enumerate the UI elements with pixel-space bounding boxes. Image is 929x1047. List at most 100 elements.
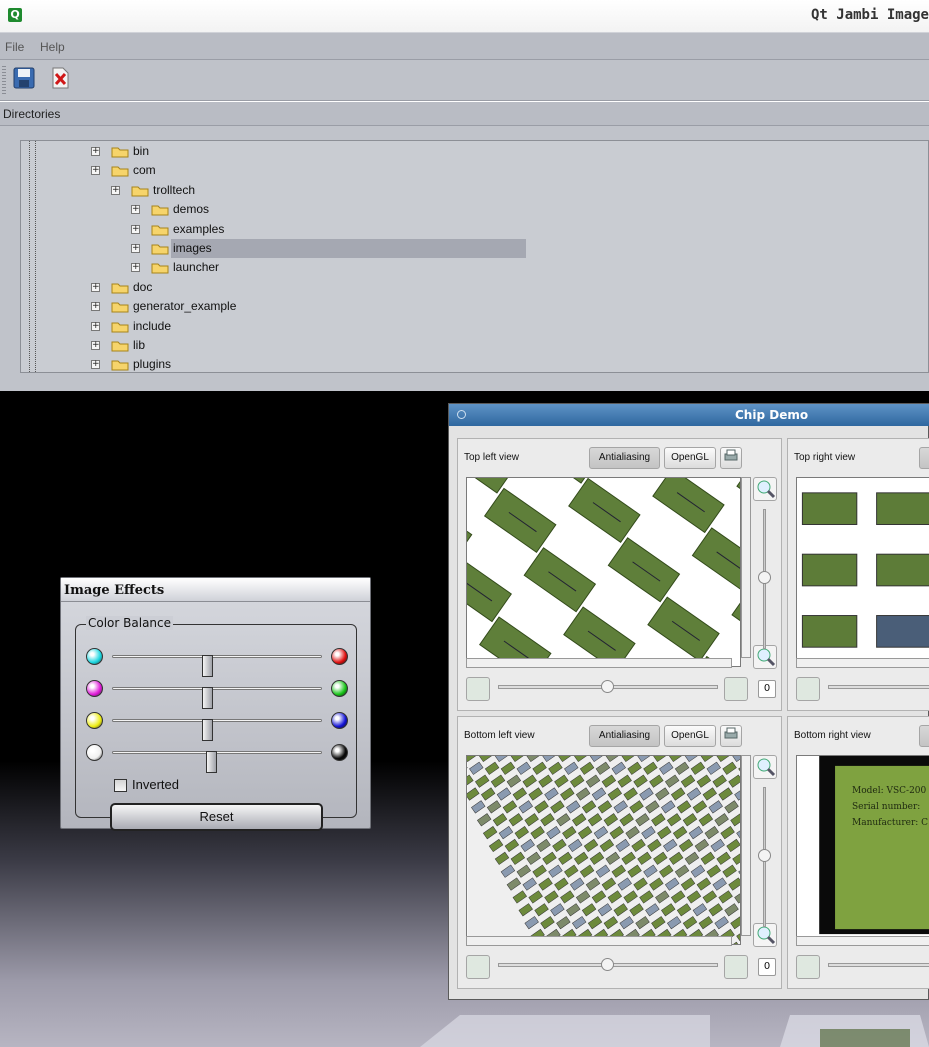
tree-node[interactable]: + images xyxy=(21,239,928,258)
print-button[interactable] xyxy=(720,447,742,469)
rotation-slider[interactable] xyxy=(828,963,929,967)
slider-handle[interactable] xyxy=(201,719,213,741)
close-document-icon xyxy=(52,67,69,89)
opengl-button[interactable]: OpenGL xyxy=(664,447,716,469)
expand-icon[interactable]: + xyxy=(91,360,100,370)
folder-icon xyxy=(151,263,169,274)
expand-icon[interactable]: + xyxy=(91,321,100,331)
tree-node-label: images xyxy=(173,241,212,255)
tree-node[interactable]: + plugins xyxy=(21,355,928,372)
zoom-slider[interactable] xyxy=(758,787,772,927)
tree-node[interactable]: + trolltech xyxy=(21,181,928,200)
toolbar-grip[interactable] xyxy=(2,66,6,94)
reset-button[interactable]: Reset xyxy=(110,803,323,831)
rotate-left-button[interactable] xyxy=(796,677,820,701)
chip-canvas[interactable] xyxy=(466,477,741,667)
zoom-slider-handle[interactable] xyxy=(758,571,771,584)
tree-node[interactable]: + generator_example xyxy=(21,297,928,316)
expand-icon[interactable]: + xyxy=(91,282,100,292)
antialiasing-button[interactable]: An xyxy=(919,725,929,747)
expand-icon[interactable]: + xyxy=(91,166,100,176)
rotate-left-button[interactable] xyxy=(466,677,490,701)
tree-node[interactable]: + doc xyxy=(21,278,928,297)
expand-icon[interactable]: + xyxy=(91,341,100,350)
slider-handle[interactable] xyxy=(201,655,213,677)
inverted-checkbox[interactable] xyxy=(114,779,127,792)
rotate-left-button[interactable] xyxy=(796,955,820,979)
expand-icon[interactable]: + xyxy=(111,185,120,195)
tree-node[interactable]: + demos xyxy=(21,200,928,219)
panel-title-bar[interactable]: Image Effects xyxy=(61,578,370,602)
expand-icon[interactable]: + xyxy=(131,224,140,234)
print-button[interactable] xyxy=(720,725,742,747)
rotation-slider[interactable] xyxy=(828,685,929,689)
chip-render-image xyxy=(467,478,740,666)
close-document-button[interactable] xyxy=(48,66,72,90)
folder-icon xyxy=(151,205,169,216)
vertical-scrollbar[interactable] xyxy=(741,755,751,936)
view-label: Top right view xyxy=(794,452,856,463)
chip-info-text: Serial number: xyxy=(852,802,921,812)
zoom-out-icon xyxy=(757,926,776,945)
tree-node[interactable]: + launcher xyxy=(21,258,928,277)
inverted-label: Inverted xyxy=(132,777,179,792)
slider-track[interactable] xyxy=(112,655,322,677)
floppy-save-icon xyxy=(13,67,35,89)
zoom-slider[interactable] xyxy=(758,509,772,649)
color-swatch-right xyxy=(331,712,348,729)
rotation-controls: 0 xyxy=(466,677,777,701)
tree-node[interactable]: + include xyxy=(21,317,928,336)
slider-track[interactable] xyxy=(112,687,322,709)
rotation-slider-handle[interactable] xyxy=(601,680,614,693)
dock-title: Directories xyxy=(3,107,61,121)
rotation-slider-handle[interactable] xyxy=(601,958,614,971)
expand-icon[interactable]: + xyxy=(91,147,100,156)
tree-node[interactable]: + com xyxy=(21,161,928,180)
expand-icon[interactable]: + xyxy=(131,263,140,273)
save-button[interactable] xyxy=(12,66,36,90)
chip-canvas[interactable] xyxy=(796,477,929,667)
color-swatch-left xyxy=(86,680,103,697)
window-menu-icon[interactable] xyxy=(457,410,466,419)
slider-handle[interactable] xyxy=(205,751,217,773)
rotate-right-button[interactable] xyxy=(724,677,748,701)
slider-track[interactable] xyxy=(112,751,322,773)
horizontal-scrollbar[interactable] xyxy=(796,658,929,668)
antialiasing-button[interactable]: Antialiasing xyxy=(589,725,660,747)
folder-icon xyxy=(111,341,129,352)
zoom-in-button[interactable] xyxy=(753,755,777,779)
antialiasing-button[interactable]: An xyxy=(919,447,929,469)
expand-icon[interactable]: + xyxy=(131,244,140,253)
rotate-right-button[interactable] xyxy=(724,955,748,979)
expand-icon[interactable]: + xyxy=(91,302,100,312)
tree-node[interactable]: + examples xyxy=(21,220,928,239)
chip-canvas[interactable] xyxy=(466,755,741,945)
directory-tree[interactable]: + bin + com + trolltech + demos + examples + images… xyxy=(20,140,929,373)
expand-icon[interactable]: + xyxy=(131,205,140,215)
chip-demo-title-bar[interactable]: Chip Demo xyxy=(449,404,929,426)
horizontal-scrollbar[interactable] xyxy=(466,936,732,946)
tree-node-label: generator_example xyxy=(133,299,237,314)
menu-file[interactable]: File xyxy=(5,40,24,54)
zoom-in-button[interactable] xyxy=(753,477,777,501)
opengl-button[interactable]: OpenGL xyxy=(664,725,716,747)
tree-node[interactable]: + lib xyxy=(21,336,928,355)
slider-handle[interactable] xyxy=(201,687,213,709)
menu-help[interactable]: Help xyxy=(40,40,65,54)
horizontal-scrollbar[interactable] xyxy=(796,936,929,946)
qt-logo-icon: Q xyxy=(8,8,22,22)
rotation-controls xyxy=(796,677,929,701)
tree-node-label: examples xyxy=(173,221,225,236)
zoom-slider-handle[interactable] xyxy=(758,849,771,862)
chip-canvas[interactable]: Model: VSC-200 Serial number: Manufacture… xyxy=(796,755,929,945)
rotate-left-button[interactable] xyxy=(466,955,490,979)
window-title: Qt Jambi Image xyxy=(810,7,929,23)
chip-view: Bottom left view Antialiasing OpenGL 0 xyxy=(457,716,782,989)
antialiasing-button[interactable]: Antialiasing xyxy=(589,447,660,469)
slider-track[interactable] xyxy=(112,719,322,741)
vertical-scrollbar[interactable] xyxy=(741,477,751,658)
zoom-in-icon xyxy=(757,480,776,499)
folder-icon xyxy=(131,186,149,197)
tree-node[interactable]: + bin xyxy=(21,142,928,161)
horizontal-scrollbar[interactable] xyxy=(466,658,732,668)
